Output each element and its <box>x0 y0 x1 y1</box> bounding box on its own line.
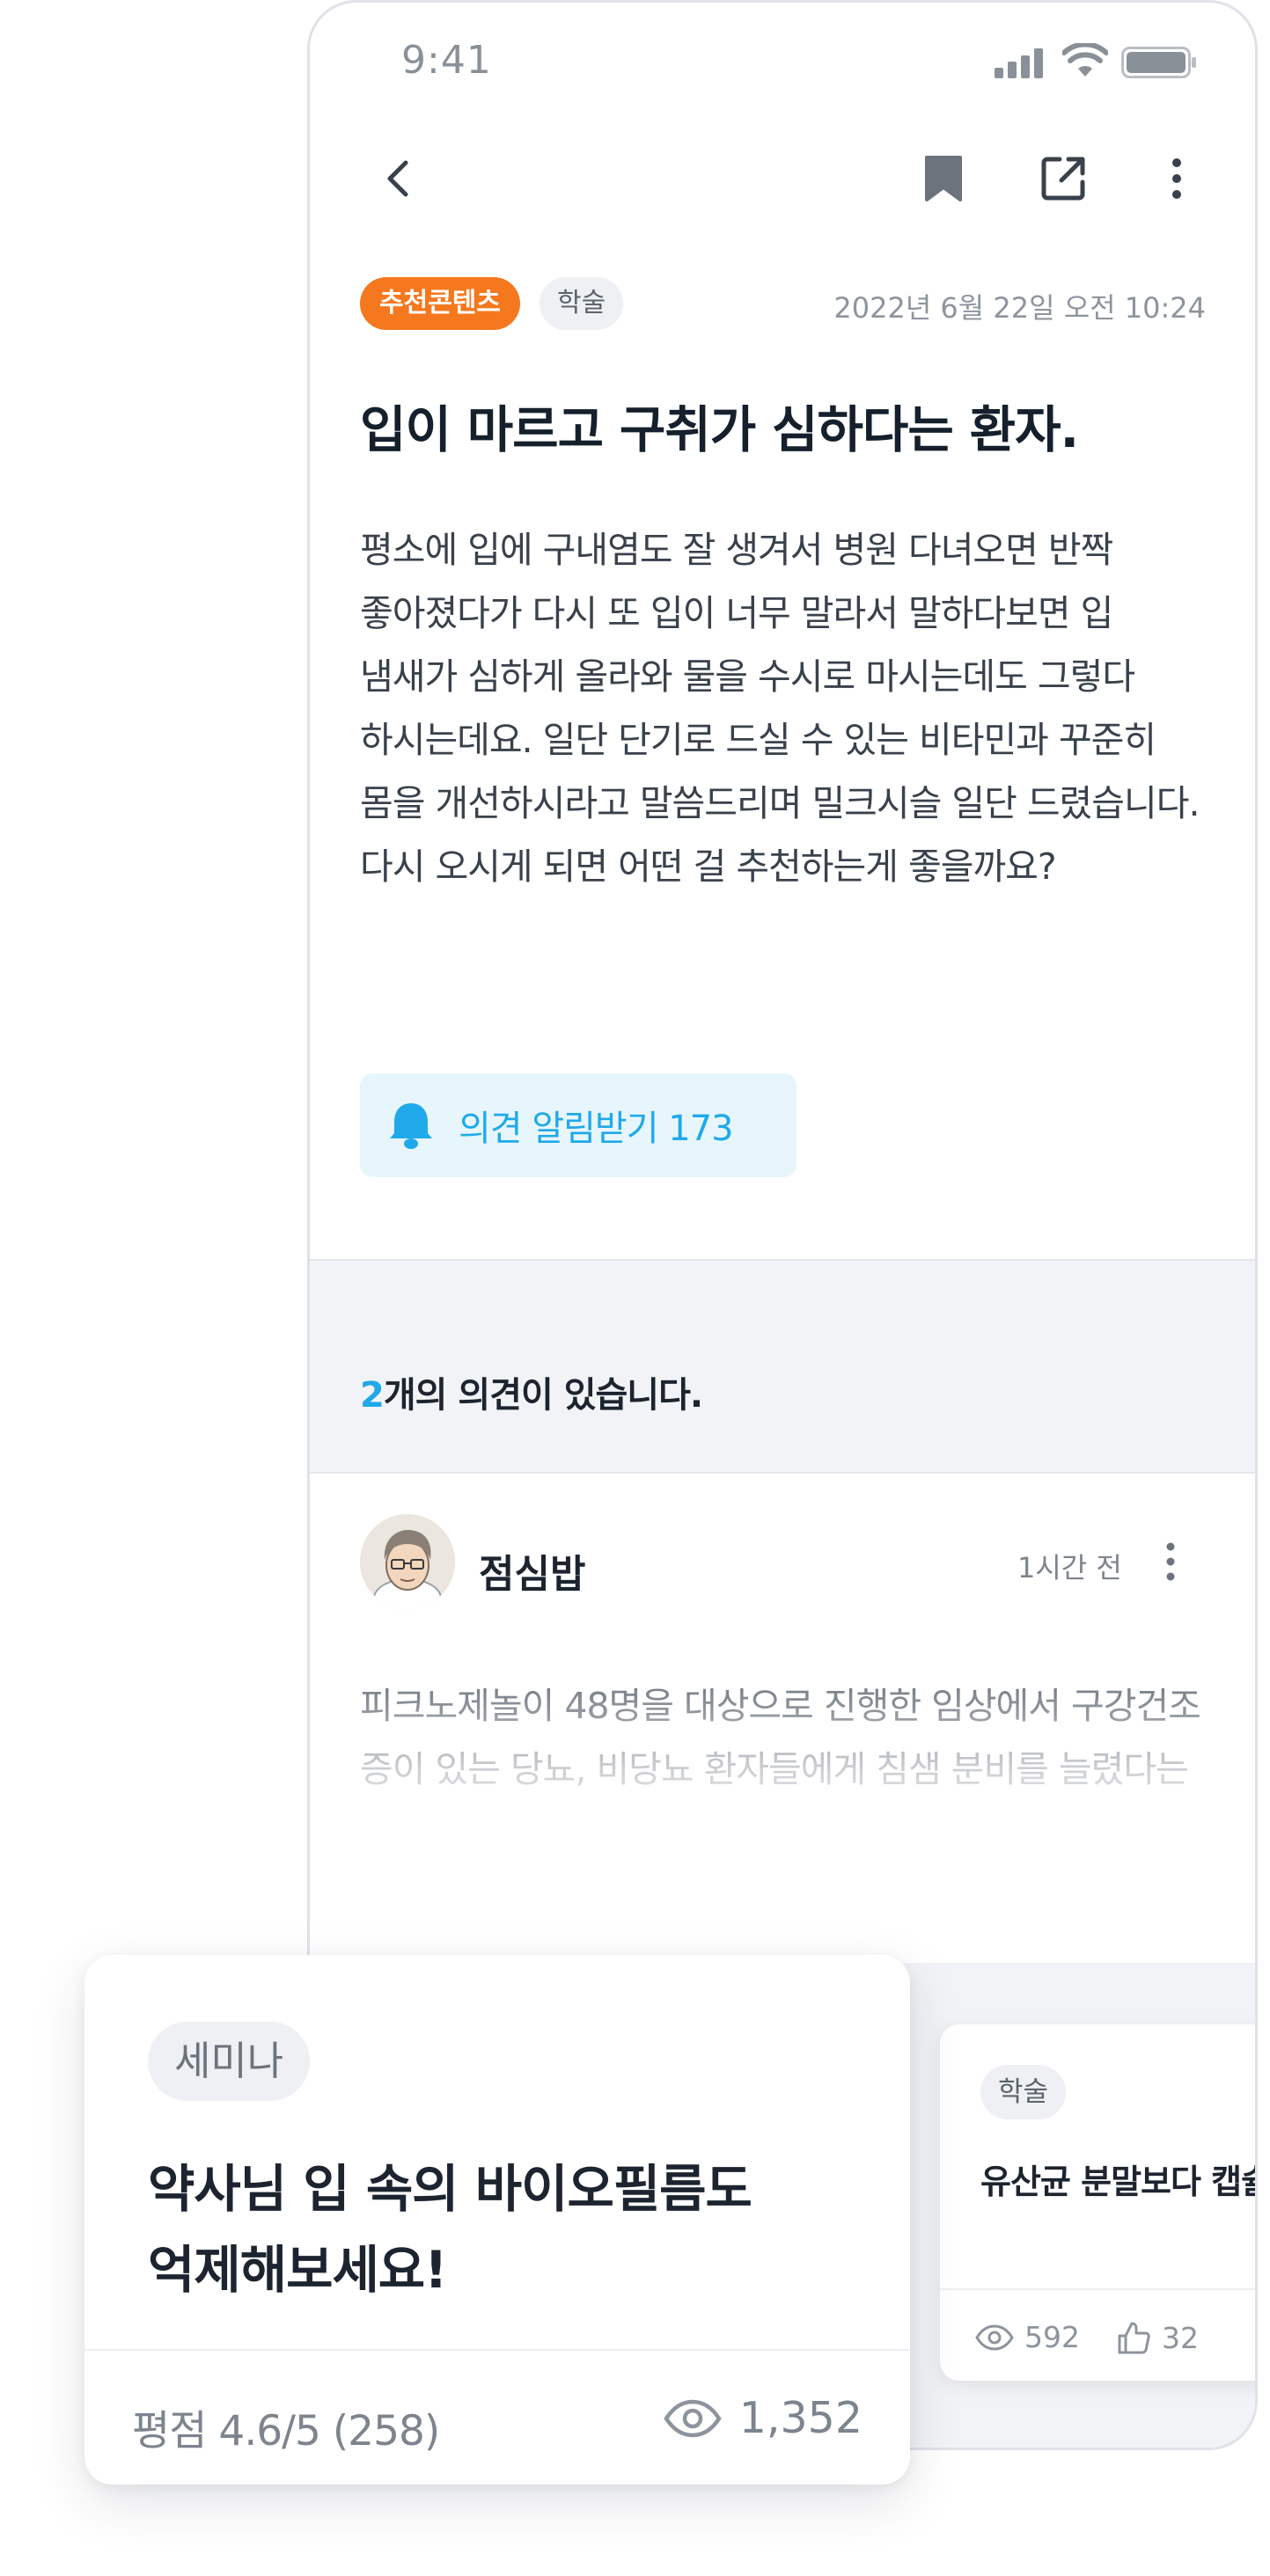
featured-card-tag: 세미나 <box>148 2022 311 2101</box>
battery-icon <box>1121 47 1196 78</box>
post-title: 입이 마르고 구취가 심하다는 환자. <box>360 401 1079 459</box>
more-icon <box>1166 1542 1175 1581</box>
nav-bar <box>310 135 1255 223</box>
share-button[interactable] <box>1028 143 1098 214</box>
featured-card-title: 약사님 입 속의 바이오필름도 억제해보세요! <box>148 2148 834 2310</box>
notify-label: 의견 알림받기 173 <box>459 1109 734 1149</box>
comment-count-number: 2 <box>360 1375 385 1416</box>
comment-author[interactable]: 점심밥 <box>479 1542 585 1599</box>
wifi-icon <box>1062 43 1108 77</box>
related-card-footer: 592 32 <box>940 2288 1255 2381</box>
signal-icon <box>995 48 1043 78</box>
comment-count-label: 개의 의견이 있습니다. <box>383 1375 703 1416</box>
related-card-title: 유산균 분말보다 캡슐 <box>980 2163 1258 2201</box>
comment-item: 점심밥 1시간 전 피크노제놀이 48명을 대상으로 진행한 임상에서 구강건조… <box>310 1472 1255 1965</box>
featured-card-title-line1: 약사님 입 속의 바이오필름도 <box>148 2159 752 2219</box>
notify-button[interactable]: 의견 알림받기 173 <box>360 1073 797 1177</box>
comment-more-button[interactable] <box>1153 1526 1188 1597</box>
comment-time: 1시간 전 <box>1017 1551 1122 1584</box>
avatar-illustration <box>360 1514 455 1609</box>
related-likes[interactable]: 32 <box>1116 2320 1199 2355</box>
featured-card-views: 1,352 <box>664 2393 863 2443</box>
back-button[interactable] <box>363 143 433 214</box>
related-views: 592 <box>975 2320 1080 2354</box>
more-icon <box>1172 158 1181 199</box>
eye-icon <box>975 2324 1014 2351</box>
share-icon <box>1041 157 1085 201</box>
bookmark-button[interactable] <box>908 143 979 214</box>
featured-card-footer: 평점 4.6/5 (258) 1,352 <box>84 2349 910 2486</box>
back-icon <box>387 160 408 197</box>
featured-content-card[interactable]: 세미나 약사님 입 속의 바이오필름도 억제해보세요! 평점 4.6/5 (25… <box>84 1955 910 2485</box>
featured-card-view-count: 1,352 <box>738 2393 863 2443</box>
comment-text: 피크노제놀이 48명을 대상으로 진행한 임상에서 구강건조증이 있는 당뇨, … <box>360 1685 1201 1790</box>
related-card[interactable]: 학술 유산균 분말보다 캡슐 592 32 <box>940 2024 1258 2381</box>
status-bar: 9:41 <box>310 3 1255 117</box>
eye-icon <box>664 2399 722 2437</box>
comments-header: 2개의 의견이 있습니다. <box>310 1259 1255 1474</box>
comment-count: 2개의 의견이 있습니다. <box>360 1366 703 1417</box>
related-views-count: 592 <box>1024 2320 1080 2354</box>
avatar[interactable] <box>360 1514 455 1609</box>
category-badge[interactable]: 학술 <box>540 277 624 330</box>
more-options-button[interactable] <box>1146 143 1208 214</box>
post-date: 2022년 6월 22일 오전 10:24 <box>833 291 1206 325</box>
related-card-tag: 학술 <box>980 2065 1067 2119</box>
post-tags: 추천콘텐츠 학술 <box>360 277 624 330</box>
related-likes-count: 32 <box>1162 2320 1199 2355</box>
post-body: 평소에 입에 구내염도 잘 생겨서 병원 다녀오면 반짝 좋아졌다가 다시 또 … <box>360 529 1200 888</box>
recommended-badge[interactable]: 추천콘텐츠 <box>360 277 520 330</box>
bell-icon <box>390 1103 432 1149</box>
bookmark-icon <box>925 156 962 201</box>
featured-card-rating: 평점 4.6/5 (258) <box>132 2407 440 2455</box>
thumbs-up-icon <box>1118 2322 1150 2354</box>
featured-card-title-line2: 억제해보세요! <box>148 2240 448 2300</box>
status-time: 9:41 <box>401 38 492 83</box>
